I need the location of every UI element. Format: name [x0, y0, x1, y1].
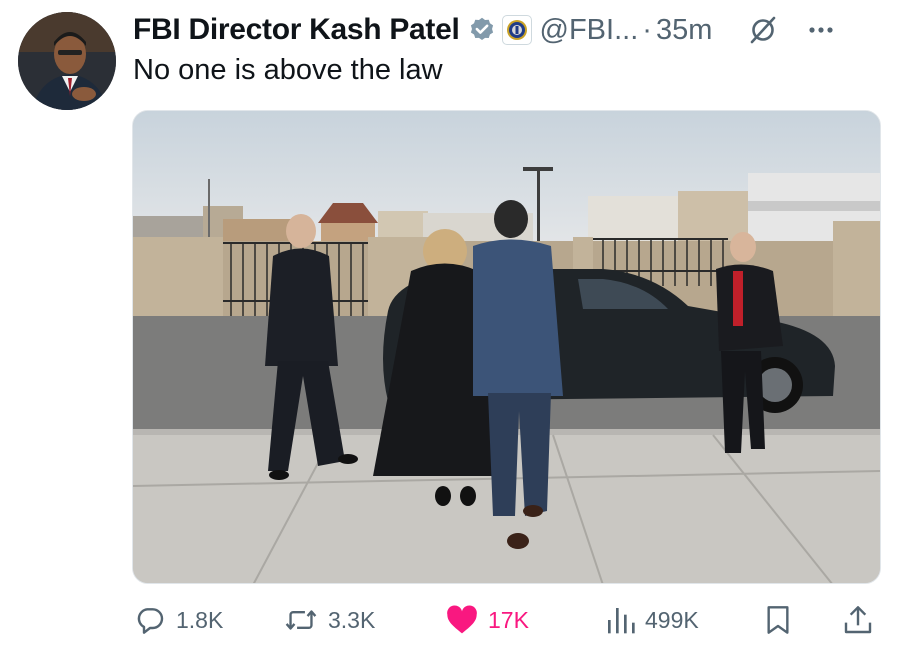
share-icon — [843, 604, 873, 636]
tweet-text: No one is above the law — [133, 54, 443, 86]
repost-count: 3.3K — [328, 606, 376, 633]
avatar[interactable] — [18, 12, 116, 110]
repost-button[interactable]: 3.3K — [284, 596, 375, 644]
share-button[interactable] — [843, 596, 873, 644]
author-photo — [18, 12, 116, 110]
views-count: 499K — [645, 606, 699, 633]
photo-scene — [133, 111, 880, 583]
like-count: 17K — [488, 606, 529, 633]
bookmark-button[interactable] — [764, 596, 792, 644]
author-handle[interactable]: @FBI... — [540, 14, 639, 47]
timestamp[interactable]: 35m — [656, 14, 712, 47]
reply-icon — [134, 604, 166, 636]
fbi-seal-icon[interactable] — [501, 15, 532, 45]
like-button[interactable]: 17K — [446, 596, 529, 644]
bookmark-icon — [764, 604, 792, 636]
tweet-header: FBI Director Kash Patel @FBI... · 35m — [133, 8, 882, 52]
views-icon — [605, 604, 635, 636]
views-button[interactable]: 499K — [605, 596, 699, 644]
heart-icon — [446, 605, 478, 635]
tweet-photo[interactable] — [132, 110, 881, 584]
reply-button[interactable]: 1.8K — [134, 596, 223, 644]
reply-count: 1.8K — [176, 606, 224, 633]
more-icon[interactable] — [806, 15, 836, 45]
verified-badge-icon[interactable] — [468, 16, 496, 44]
author-name[interactable]: FBI Director Kash Patel — [133, 13, 460, 47]
grok-icon[interactable] — [748, 15, 778, 45]
separator-dot: · — [642, 13, 652, 46]
action-bar: 1.8K 3.3K 17K 499K — [132, 596, 881, 644]
repost-icon — [284, 604, 318, 636]
